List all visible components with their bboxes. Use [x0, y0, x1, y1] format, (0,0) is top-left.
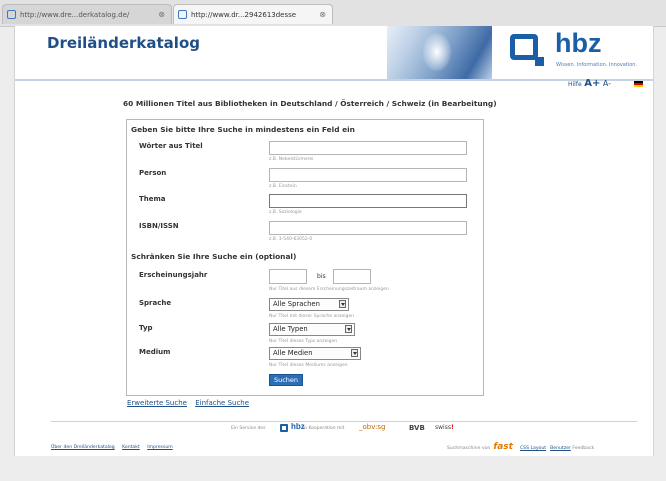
search-mode-links: Erweiterte Suche Einfache Suche: [127, 399, 255, 407]
type-label: Typ: [139, 324, 153, 332]
imprint-link[interactable]: Impressum: [147, 445, 173, 450]
person-input[interactable]: [269, 168, 467, 182]
person-label: Person: [139, 169, 167, 177]
chevron-down-icon: [351, 349, 358, 357]
close-tab-icon[interactable]: ⊗: [319, 5, 326, 24]
fast-logo[interactable]: fast: [493, 442, 513, 452]
person-hint: z.B. Einstein: [269, 184, 297, 189]
header-banner-image: [387, 26, 492, 79]
medium-hint: Nur Titel dieses Mediums anzeigen: [269, 363, 348, 368]
browser-tab[interactable]: http://www.dre...derkatalog.de/ ⊗: [2, 4, 172, 24]
page-favicon-icon: [178, 10, 187, 19]
language-select[interactable]: Alle Sprachen: [269, 298, 349, 311]
hbz-small-logo-icon: [280, 424, 288, 432]
help-link[interactable]: Hilfe: [568, 81, 582, 88]
swiss-logo[interactable]: swiss!: [435, 424, 454, 431]
css-layout-link[interactable]: CSS Layout: [520, 446, 546, 451]
hbz-logo-icon: [510, 34, 544, 66]
contact-link[interactable]: Kontakt: [122, 445, 140, 450]
subject-hint: z.B. Soziologie: [269, 210, 302, 215]
isbn-hint: z.B. 3-540-63052-0: [269, 237, 313, 242]
header-divider: [15, 79, 653, 81]
year-label: Erscheinungsjahr: [139, 271, 208, 279]
hbz-tagline: Wissen. Information. Innovation.: [556, 62, 638, 68]
subject-input[interactable]: [269, 194, 467, 208]
medium-select-value: Alle Medien: [273, 349, 313, 357]
year-from-input[interactable]: [269, 269, 307, 284]
browser-tab-active[interactable]: http://www.dr...2942613desse ⊗: [173, 4, 333, 24]
site-header: Dreiländerkatalog hbz Wissen. Informatio…: [15, 26, 653, 79]
language-label: Sprache: [139, 299, 172, 307]
section-required-title: Geben Sie bitte Ihre Suche in mindestens…: [131, 125, 355, 134]
year-to-input[interactable]: [333, 269, 371, 284]
type-hint: Nur Titel dieses Typs anzeigen: [269, 339, 338, 344]
swiss-logo-text: swiss: [435, 424, 451, 431]
title-words-hint: z.B. Nebelstürmerei: [269, 157, 314, 162]
year-between-label: bis: [317, 273, 326, 280]
site-title[interactable]: Dreiländerkatalog: [47, 34, 200, 52]
footer-service-text: Ein Service des: [231, 426, 266, 431]
tab-title: http://www.dre...derkatalog.de/: [20, 11, 130, 19]
chevron-down-icon: [345, 325, 352, 333]
obv-logo[interactable]: _obv:sg: [359, 423, 385, 431]
search-form: Geben Sie bitte Ihre Suche in mindestens…: [126, 119, 484, 396]
feedback-text: Feedback: [572, 446, 595, 451]
simple-search-link[interactable]: Einfache Suche: [195, 399, 249, 407]
type-select-value: Alle Typen: [273, 325, 308, 333]
isbn-input[interactable]: [269, 221, 467, 235]
hbz-logo-text: hbz: [555, 28, 602, 58]
type-select[interactable]: Alle Typen: [269, 323, 355, 336]
utility-links: Hilfe A+ A-: [568, 78, 611, 89]
language-hint: Nur Titel mit dieser Sprache anzeigen: [269, 314, 354, 319]
search-button[interactable]: Suchen: [269, 374, 303, 386]
footer-divider: [51, 421, 637, 422]
user-link[interactable]: Benutzer: [550, 446, 571, 451]
medium-select[interactable]: Alle Medien: [269, 347, 361, 360]
close-tab-icon[interactable]: ⊗: [158, 5, 165, 24]
title-words-label: Wörter aus Titel: [139, 142, 203, 150]
year-hint: Nur Titel aus diesem Erscheinungszeitrau…: [269, 287, 389, 292]
bvb-logo[interactable]: BVB: [409, 424, 425, 432]
isbn-label: ISBN/ISSN: [139, 222, 179, 230]
hbz-logo[interactable]: hbz Wissen. Information. Innovation.: [510, 28, 640, 78]
browser-tab-bar: http://www.dre...derkatalog.de/ ⊗ http:/…: [0, 0, 666, 27]
font-increase-button[interactable]: A+: [584, 78, 600, 89]
page-favicon-icon: [7, 10, 16, 19]
section-optional-title: Schränken Sie Ihre Suche ein (optional): [131, 252, 297, 261]
about-link[interactable]: Über den Dreiländerkatalog: [51, 445, 115, 450]
title-words-input[interactable]: [269, 141, 467, 155]
footer-coop-text: in Kooperation mit: [303, 426, 345, 431]
medium-label: Medium: [139, 348, 171, 356]
font-decrease-button[interactable]: A-: [603, 79, 611, 88]
page-content: Dreiländerkatalog hbz Wissen. Informatio…: [14, 26, 654, 456]
chevron-down-icon: [339, 300, 346, 308]
advanced-search-link[interactable]: Erweiterte Suche: [127, 399, 187, 407]
footer-engine-credit: Suchmaschine von fast CSS Layout Benutzer F…: [447, 442, 594, 452]
footer-links: Über den Dreiländerkatalog Kontakt Impre…: [51, 445, 179, 450]
tab-title: http://www.dr...2942613desse: [191, 11, 297, 19]
language-select-value: Alle Sprachen: [273, 300, 320, 308]
page-subtitle: 60 Millionen Titel aus Bibliotheken in D…: [123, 99, 497, 108]
language-flag-icon[interactable]: [634, 81, 643, 87]
subject-label: Thema: [139, 195, 166, 203]
swiss-logo-mark: !: [450, 424, 454, 431]
engine-text: Suchmaschine von: [447, 446, 491, 451]
